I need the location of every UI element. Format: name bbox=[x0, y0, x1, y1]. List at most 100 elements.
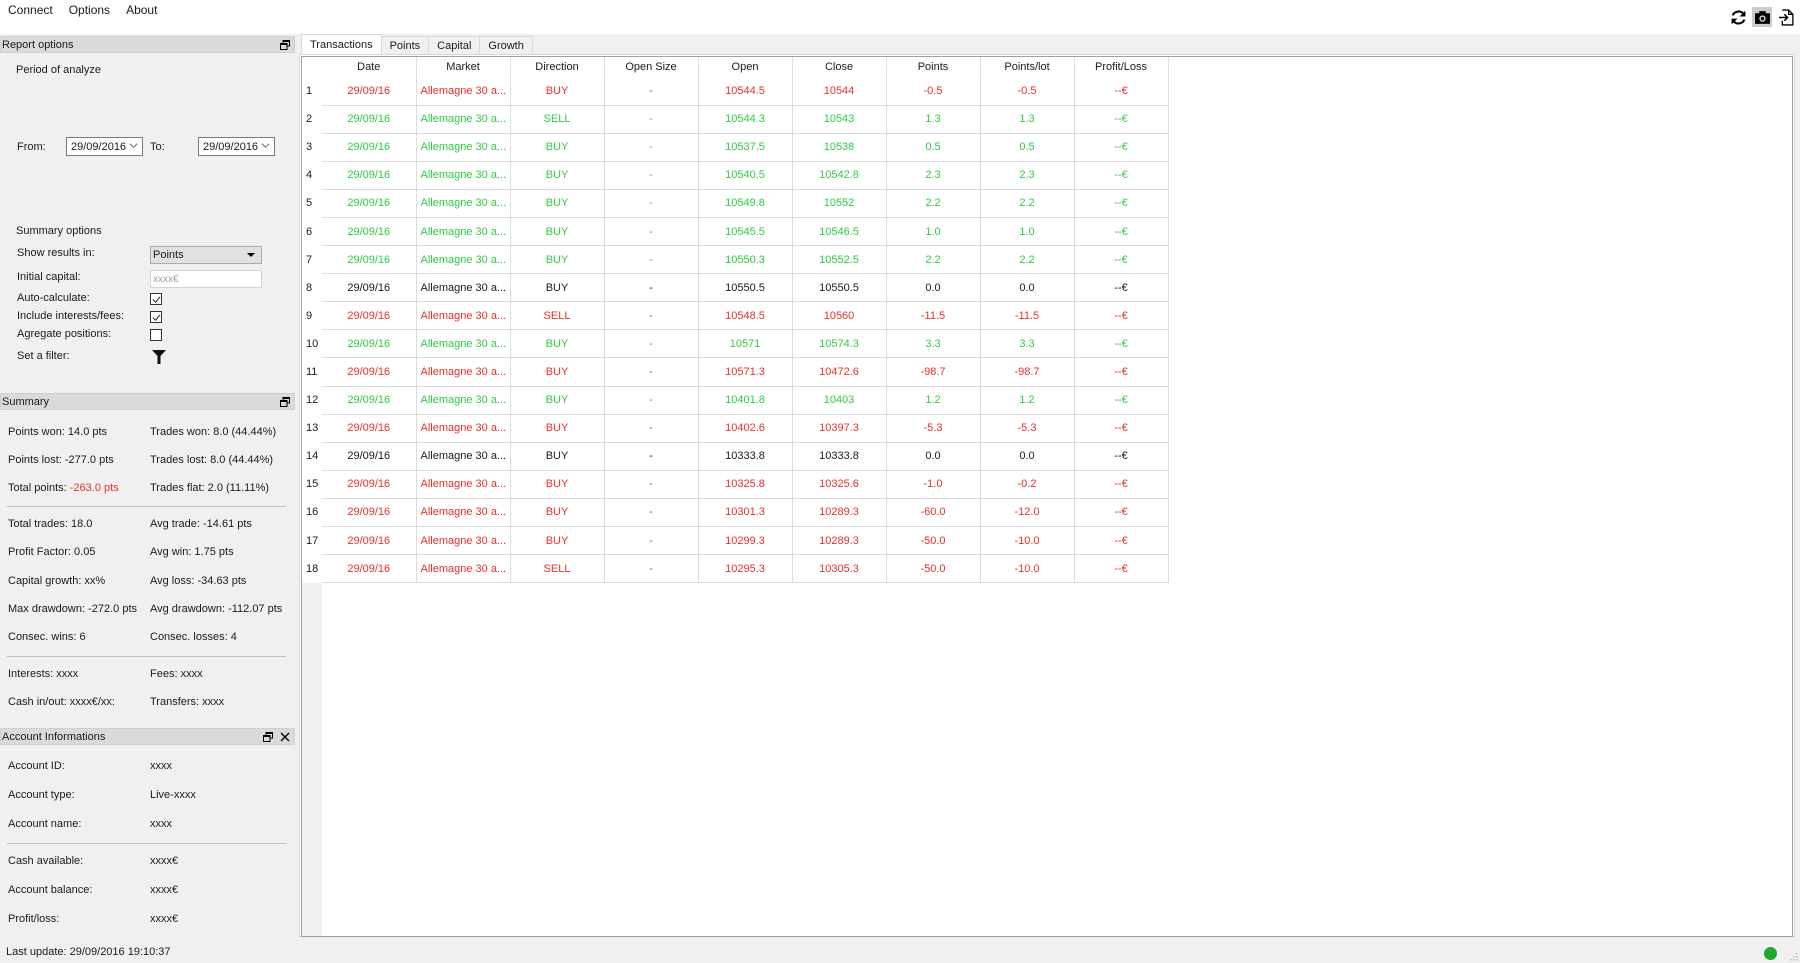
cell-direction[interactable]: SELL bbox=[510, 301, 605, 331]
cell-date[interactable]: 29/09/16 bbox=[322, 245, 417, 275]
include-fees-checkbox[interactable] bbox=[150, 311, 162, 323]
screenshot-button[interactable] bbox=[1752, 7, 1772, 27]
cell-market[interactable]: Allemagne 30 a... bbox=[416, 329, 511, 359]
column-header-profit-loss[interactable]: Profit/Loss bbox=[1074, 57, 1169, 77]
cell-market[interactable]: Allemagne 30 a... bbox=[416, 133, 511, 162]
cell-date[interactable]: 29/09/16 bbox=[322, 77, 417, 106]
cell-points-per-lot[interactable]: 1.2 bbox=[980, 386, 1075, 415]
cell-close[interactable]: 10325.6 bbox=[792, 470, 887, 499]
cell-direction[interactable]: BUY bbox=[510, 273, 605, 303]
row-header[interactable]: 4 bbox=[302, 161, 322, 190]
cell-close[interactable]: 10544 bbox=[792, 77, 887, 106]
cell-market[interactable]: Allemagne 30 a... bbox=[416, 245, 511, 275]
cell-profit-loss[interactable]: --€ bbox=[1074, 470, 1169, 499]
cell-direction[interactable]: BUY bbox=[510, 470, 605, 499]
cell-open[interactable]: 10540.5 bbox=[698, 161, 793, 190]
tab-transactions[interactable]: Transactions bbox=[301, 34, 382, 54]
cell-open-size[interactable]: - bbox=[604, 301, 699, 331]
row-header[interactable]: 11 bbox=[302, 357, 322, 387]
cell-direction[interactable]: BUY bbox=[510, 189, 605, 218]
cell-points-per-lot[interactable]: -12.0 bbox=[980, 498, 1075, 528]
table-row[interactable]: 9 29/09/16 Allemagne 30 a... SELL -10548.5 10… bbox=[302, 301, 1169, 331]
cell-close[interactable]: 10538 bbox=[792, 133, 887, 162]
row-header[interactable]: 10 bbox=[302, 329, 322, 358]
cell-close[interactable]: 10289.3 bbox=[792, 526, 887, 556]
cell-open[interactable]: 10545.5 bbox=[698, 217, 793, 247]
cell-market[interactable]: Allemagne 30 a... bbox=[416, 357, 511, 387]
table-row[interactable]: 6 29/09/16 Allemagne 30 a... BUY -10545.5 105… bbox=[302, 217, 1169, 247]
to-date-picker[interactable]: 29/09/2016 bbox=[198, 137, 275, 156]
table-row[interactable]: 18 29/09/16 Allemagne 30 a... SELL -10295.3 1… bbox=[302, 554, 1169, 584]
cell-open-size[interactable]: - bbox=[604, 77, 699, 106]
row-header[interactable]: 7 bbox=[302, 245, 322, 274]
cell-points-per-lot[interactable]: -0.5 bbox=[980, 77, 1075, 106]
cell-points[interactable]: 0.0 bbox=[886, 273, 981, 303]
cell-market[interactable]: Allemagne 30 a... bbox=[416, 554, 511, 584]
cell-points-per-lot[interactable]: 1.3 bbox=[980, 105, 1075, 134]
cell-open[interactable]: 10544.3 bbox=[698, 105, 793, 134]
cell-direction[interactable]: BUY bbox=[510, 414, 605, 443]
cell-date[interactable]: 29/09/16 bbox=[322, 301, 417, 331]
row-header[interactable]: 16 bbox=[302, 498, 322, 527]
cell-profit-loss[interactable]: --€ bbox=[1074, 161, 1169, 190]
cell-market[interactable]: Allemagne 30 a... bbox=[416, 189, 511, 218]
cell-close[interactable]: 10543 bbox=[792, 105, 887, 134]
cell-direction[interactable]: BUY bbox=[510, 217, 605, 247]
cell-market[interactable]: Allemagne 30 a... bbox=[416, 77, 511, 106]
cell-open-size[interactable]: - bbox=[604, 245, 699, 275]
cell-direction[interactable]: BUY bbox=[510, 161, 605, 190]
column-header-direction[interactable]: Direction bbox=[510, 57, 605, 77]
column-header-open[interactable]: Open bbox=[698, 57, 793, 77]
cell-open-size[interactable]: - bbox=[604, 357, 699, 387]
cell-points-per-lot[interactable]: 2.2 bbox=[980, 245, 1075, 275]
cell-points-per-lot[interactable]: -11.5 bbox=[980, 301, 1075, 331]
float-button[interactable] bbox=[262, 730, 273, 743]
float-button[interactable] bbox=[279, 38, 290, 51]
cell-open-size[interactable]: - bbox=[604, 554, 699, 584]
menu-connect[interactable]: Connect bbox=[0, 3, 61, 17]
cell-points[interactable]: -5.3 bbox=[886, 414, 981, 443]
cell-profit-loss[interactable]: --€ bbox=[1074, 105, 1169, 134]
cell-profit-loss[interactable]: --€ bbox=[1074, 442, 1169, 471]
cell-points[interactable]: -98.7 bbox=[886, 357, 981, 387]
cell-open[interactable]: 10295.3 bbox=[698, 554, 793, 584]
cell-profit-loss[interactable]: --€ bbox=[1074, 77, 1169, 106]
cell-date[interactable]: 29/09/16 bbox=[322, 357, 417, 387]
cell-direction[interactable]: SELL bbox=[510, 554, 605, 584]
cell-date[interactable]: 29/09/16 bbox=[322, 498, 417, 528]
initial-capital-input[interactable]: xxxx€ bbox=[150, 270, 262, 288]
cell-close[interactable]: 10552.5 bbox=[792, 245, 887, 275]
cell-open[interactable]: 10537.5 bbox=[698, 133, 793, 162]
cell-close[interactable]: 10305.3 bbox=[792, 554, 887, 584]
cell-points-per-lot[interactable]: 1.0 bbox=[980, 217, 1075, 247]
cell-profit-loss[interactable]: --€ bbox=[1074, 301, 1169, 331]
table-row[interactable]: 11 29/09/16 Allemagne 30 a... BUY -10571.3 10… bbox=[302, 357, 1169, 387]
cell-date[interactable]: 29/09/16 bbox=[322, 442, 417, 471]
cell-points[interactable]: -0.5 bbox=[886, 77, 981, 106]
cell-open[interactable]: 10544.5 bbox=[698, 77, 793, 106]
table-row[interactable]: 5 29/09/16 Allemagne 30 a... BUY -10549.8 105… bbox=[302, 189, 1169, 218]
cell-market[interactable]: Allemagne 30 a... bbox=[416, 498, 511, 528]
cell-points-per-lot[interactable]: -0.2 bbox=[980, 470, 1075, 499]
row-header[interactable]: 8 bbox=[302, 273, 322, 302]
column-header-points[interactable]: Points bbox=[886, 57, 981, 77]
cell-profit-loss[interactable]: --€ bbox=[1074, 554, 1169, 584]
row-header[interactable]: 2 bbox=[302, 105, 322, 134]
cell-points[interactable]: 3.3 bbox=[886, 329, 981, 359]
table-row[interactable]: 14 29/09/16 Allemagne 30 a... BUY -10333.8 10… bbox=[302, 442, 1169, 471]
cell-close[interactable]: 10546.5 bbox=[792, 217, 887, 247]
cell-date[interactable]: 29/09/16 bbox=[322, 554, 417, 584]
cell-profit-loss[interactable]: --€ bbox=[1074, 217, 1169, 247]
row-header[interactable]: 6 bbox=[302, 217, 322, 246]
cell-points[interactable]: -60.0 bbox=[886, 498, 981, 528]
cell-points[interactable]: 2.3 bbox=[886, 161, 981, 190]
table-row[interactable]: 12 29/09/16 Allemagne 30 a... BUY -10401.8 10… bbox=[302, 386, 1169, 415]
cell-market[interactable]: Allemagne 30 a... bbox=[416, 442, 511, 471]
cell-close[interactable]: 10552 bbox=[792, 189, 887, 218]
cell-points-per-lot[interactable]: 0.0 bbox=[980, 442, 1075, 471]
cell-profit-loss[interactable]: --€ bbox=[1074, 386, 1169, 415]
cell-open-size[interactable]: - bbox=[604, 414, 699, 443]
cell-close[interactable]: 10397.3 bbox=[792, 414, 887, 443]
row-header[interactable]: 5 bbox=[302, 189, 322, 218]
cell-points-per-lot[interactable]: 0.5 bbox=[980, 133, 1075, 162]
